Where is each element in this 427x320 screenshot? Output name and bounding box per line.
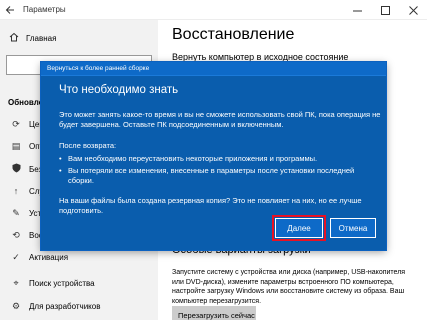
window-titlebar: Параметры <box>0 0 427 20</box>
dialog-bullet-text: Вы потеряли все изменения, внесенные в п… <box>68 166 355 185</box>
bullet-icon: • <box>59 166 62 175</box>
dialog-bullet-item: • Вы потеряли все изменения, внесенные в… <box>59 166 381 186</box>
delivery-optimization-icon: ▤ <box>11 140 21 151</box>
sidebar-item-home[interactable]: Главная <box>0 28 158 48</box>
activation-icon: ✓ <box>12 251 20 262</box>
next-button[interactable]: Далее <box>272 215 326 241</box>
dialog-heading: Что необходимо знать <box>59 84 179 96</box>
cancel-button[interactable]: Отмена <box>330 218 376 238</box>
sidebar-item-label: Для разработчиков <box>29 301 101 311</box>
page-title: Восстановление <box>172 26 295 43</box>
close-icon[interactable] <box>399 0 427 20</box>
minimize-icon[interactable] <box>343 0 371 20</box>
home-icon <box>9 32 23 44</box>
window-controls <box>343 0 427 20</box>
advanced-startup-text: Запустите систему с устройства или диска… <box>172 269 406 305</box>
dialog-caption: Вернуться к более ранней сборке <box>47 65 150 72</box>
dialog-caption-bar: Вернуться к более ранней сборке <box>41 62 386 76</box>
backup-icon: ↑ <box>13 186 19 196</box>
dialog-bullet-text: Вам необходимо переустановить некоторые … <box>68 154 318 163</box>
bullet-icon: • <box>59 154 62 163</box>
window-title: Параметры <box>23 5 66 14</box>
sidebar-item-developers[interactable]: ⚙ Для разработчиков <box>0 295 158 317</box>
reset-section-title: Вернуть компьютер в исходное состояние <box>172 52 349 62</box>
sync-icon: ⟳ <box>12 118 20 129</box>
recovery-icon: ⟲ <box>12 229 20 240</box>
sidebar-item-label: Активация <box>29 252 69 262</box>
dialog-backup-note: На ваши файлы была создана резервная коп… <box>59 196 362 215</box>
dialog-bullet-item: • Вам необходимо переустановить некоторы… <box>59 154 381 164</box>
sidebar-item-label: Поиск устройства <box>29 278 95 288</box>
go-back-dialog: Вернуться к более ранней сборке Что необ… <box>41 62 386 250</box>
sidebar-item-label: Главная <box>26 33 57 43</box>
back-arrow-icon[interactable] <box>0 0 20 20</box>
find-device-icon: ⌖ <box>13 277 19 288</box>
developer-icon: ⚙ <box>11 300 21 311</box>
sidebar-item-find-device[interactable]: ⌖ Поиск устройства <box>0 272 158 294</box>
dialog-paragraph: Это может занять какое-то время и вы не … <box>59 110 381 129</box>
shield-icon <box>9 163 23 175</box>
wrench-icon: ✎ <box>12 207 20 218</box>
dialog-after-return-label: После возврата: <box>59 141 117 150</box>
restart-now-button[interactable]: Перезагрузить сейчас <box>172 306 256 320</box>
maximize-icon[interactable] <box>371 0 399 20</box>
